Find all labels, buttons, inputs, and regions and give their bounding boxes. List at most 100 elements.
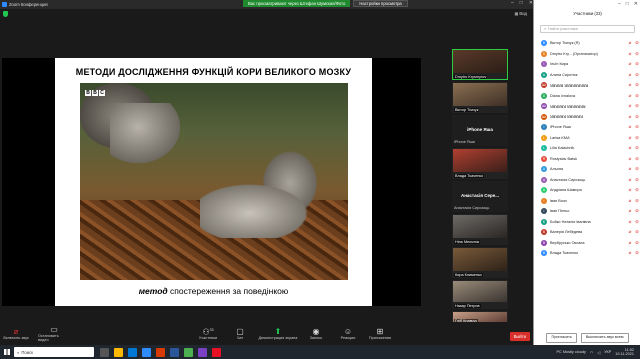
app-icon[interactable]: [212, 347, 221, 357]
invite-button[interactable]: Пригласить: [546, 333, 577, 343]
participant-row[interactable]: Б Бойко Наталія Іванівна ⌀ ⊘: [534, 217, 640, 228]
camera-off-icon[interactable]: ⊘: [633, 124, 640, 130]
maximize-icon[interactable]: □: [626, 1, 629, 7]
video-tile[interactable]: Ніна Мельник: [452, 214, 508, 245]
zoom-icon[interactable]: [142, 347, 151, 357]
video-tile[interactable]: Віктор Тімчук: [452, 82, 508, 113]
camera-off-icon[interactable]: ⊘: [633, 82, 640, 88]
camera-off-icon[interactable]: ⊘: [633, 40, 640, 46]
camera-off-icon[interactable]: ⊘: [633, 198, 640, 204]
camera-off-icon[interactable]: ⊘: [633, 166, 640, 172]
chat-button[interactable]: ▢ Чат: [224, 327, 256, 340]
camera-off-icon[interactable]: ⊘: [633, 103, 640, 109]
participant-name: ꓤꓤꓤꓤꓤꓤ ꓤꓤꓤꓤꓤꓤ: [550, 115, 583, 120]
camera-off-icon[interactable]: ⊘: [633, 240, 640, 246]
meeting-toolbar: ⌀ Включить звук ▭ Остановить видео ⚇33 Учас…: [0, 322, 533, 344]
camera-off-icon[interactable]: ⊘: [633, 145, 640, 151]
reactions-button[interactable]: ☺ Реакции: [332, 327, 364, 340]
view-options-button[interactable]: Настройки просмотра: [353, 0, 408, 7]
participant-row[interactable]: В Влада Ткаченко ⌀ ⊘: [534, 248, 640, 259]
file-explorer-icon[interactable]: [114, 347, 123, 357]
word-icon[interactable]: [170, 347, 179, 357]
participant-row[interactable]: L Larisa KMA ⌀ ⊘: [534, 133, 640, 144]
tile-label: Анастасія Сере...: [460, 193, 500, 199]
camera-off-icon[interactable]: ⊘: [633, 72, 640, 78]
weather-widget[interactable]: PC Mostly cloudy: [557, 350, 586, 354]
camera-off-icon[interactable]: ⊘: [633, 135, 640, 141]
participant-row[interactable]: І Ільїн Кира ⌀ ⊘: [534, 59, 640, 70]
volume-icon[interactable]: ◁: [597, 350, 600, 355]
avatar: Б: [541, 218, 547, 225]
participant-row[interactable]: D Dmytro Kry... (Организатор) ⌀ ⊘: [534, 49, 640, 60]
participant-row[interactable]: D Diana Ivnalova ⌀ ⊘: [534, 91, 640, 102]
camera-off-icon[interactable]: ⊘: [633, 177, 640, 183]
participant-name: Іван Пеньо: [550, 209, 570, 214]
participant-row[interactable]: R Rostyslav Batsk ⌀ ⊘: [534, 154, 640, 165]
participant-row[interactable]: А Андріана Шамора ⌀ ⊘: [534, 185, 640, 196]
camera-off-icon[interactable]: ⊘: [633, 114, 640, 120]
tile-name: Анастасія Сирозоць: [454, 206, 490, 210]
tile-name: Dmytro Krysmyrov: [454, 75, 488, 79]
language-indicator[interactable]: УКР: [604, 350, 611, 354]
camera-off-icon[interactable]: ⊘: [633, 219, 640, 225]
participant-row[interactable]: Ꙭ ꓤꓤꓤꓤꓤꓤ ꓤꓤꓤꓤꓤꓤ ⌀ ⊘: [534, 112, 640, 123]
video-tile[interactable]: Влада Ткаченко: [452, 148, 508, 179]
clock[interactable]: 11:52 19.11.2021: [615, 348, 634, 357]
participant-row[interactable]: В Валерія Лебедева ⌀ ⊘: [534, 227, 640, 238]
participant-row[interactable]: В Віктор Тімчук (Я) ⌀ ⊘: [534, 38, 640, 49]
participant-row[interactable]: IiPhone Яша ⌀ ⊘: [534, 122, 640, 133]
chrome-icon[interactable]: [184, 347, 193, 357]
participant-row[interactable]: Ꙭ ꓤꓤꓤꓤꓤꓤ ꓤꓤꓤꓤꓤꓤꓤ ⌀ ⊘: [534, 101, 640, 112]
view-button[interactable]: ▦ Вид: [514, 11, 527, 16]
camera-off-icon[interactable]: ⊘: [633, 229, 640, 235]
participant-row[interactable]: Ꙭ ꓤꓤꓤꓤꓤ ꓤꓤꓤꓤꓤꓤꓤꓤꓤ ⌀ ⊘: [534, 80, 640, 91]
camera-off-icon[interactable]: ⊘: [633, 156, 640, 162]
video-tile[interactable]: Dmytro Krysmyrov: [452, 49, 508, 80]
maximize-icon[interactable]: □: [520, 0, 523, 6]
participant-row[interactable]: В Вербрусько Оксана ⌀ ⊘: [534, 238, 640, 249]
minimize-icon[interactable]: –: [618, 1, 621, 7]
video-tile[interactable]: Анастасія Сере... Анастасія Сирозоць: [452, 181, 508, 212]
participant-name: ꓤꓤꓤꓤꓤ ꓤꓤꓤꓤꓤꓤꓤꓤꓤ: [550, 83, 588, 88]
participant-row[interactable]: L Lilia Kalachnik ⌀ ⊘: [534, 143, 640, 154]
avatar: Ꙭ: [541, 82, 547, 89]
close-icon[interactable]: ✕: [634, 1, 638, 7]
camera-off-icon[interactable]: ⊘: [633, 208, 640, 214]
video-tile[interactable]: Кира Клименко: [452, 247, 508, 278]
camera-off-icon[interactable]: ⊘: [633, 61, 640, 67]
powerpoint-icon[interactable]: [156, 347, 165, 357]
mute-button[interactable]: ⌀ Включить звук: [0, 327, 32, 340]
participant-row[interactable]: А Альона ⌀ ⊘: [534, 164, 640, 175]
participant-row[interactable]: І Іван Пеньо ⌀ ⊘: [534, 206, 640, 217]
banner-message: Вас просматривают через Штефан Шумская/Ф…: [243, 0, 351, 7]
edge-icon[interactable]: [128, 347, 137, 357]
share-screen-button[interactable]: ⬆ Демонстрация экрана: [256, 327, 300, 340]
taskbar-search[interactable]: ⌕ Поиск: [14, 347, 94, 357]
participant-search-input[interactable]: ⌕ Найти участника: [540, 25, 635, 33]
task-view-icon[interactable]: [100, 347, 109, 357]
participant-row[interactable]: І Іван Возн ⌀ ⊘: [534, 196, 640, 207]
camera-off-icon[interactable]: ⊘: [633, 187, 640, 193]
apps-button[interactable]: ⊞ Приложения: [364, 327, 396, 340]
record-button[interactable]: ◉ Запись: [300, 327, 332, 340]
avatar: А: [541, 176, 547, 183]
app-icon[interactable]: [198, 347, 207, 357]
leave-button[interactable]: Выйти: [509, 332, 530, 341]
camera-off-icon[interactable]: ⊘: [633, 51, 640, 57]
security-shield-icon[interactable]: [3, 11, 8, 17]
video-tile[interactable]: iPhone Яша iPhone Яша: [452, 115, 508, 146]
participant-row[interactable]: А Анастасія Сирозоць ⌀ ⊘: [534, 175, 640, 186]
avatar: В: [541, 40, 547, 47]
participant-name: Алина Сиротюк: [550, 72, 578, 77]
video-tile[interactable]: Назар Петров: [452, 280, 508, 309]
video-button[interactable]: ▭ Остановить видео: [38, 325, 70, 342]
camera-off-icon[interactable]: ⊘: [633, 93, 640, 99]
participant-name: Rostyslav Batsk: [550, 156, 578, 161]
participant-row[interactable]: А Алина Сиротюк ⌀ ⊘: [534, 70, 640, 81]
start-button[interactable]: [0, 345, 14, 359]
mute-all-button[interactable]: Выключить звук всем: [580, 333, 629, 343]
network-icon[interactable]: ◠: [590, 350, 593, 355]
participants-button[interactable]: ⚇33 Участники: [192, 326, 224, 340]
camera-off-icon[interactable]: ⊘: [633, 250, 640, 256]
minimize-icon[interactable]: –: [511, 0, 514, 6]
